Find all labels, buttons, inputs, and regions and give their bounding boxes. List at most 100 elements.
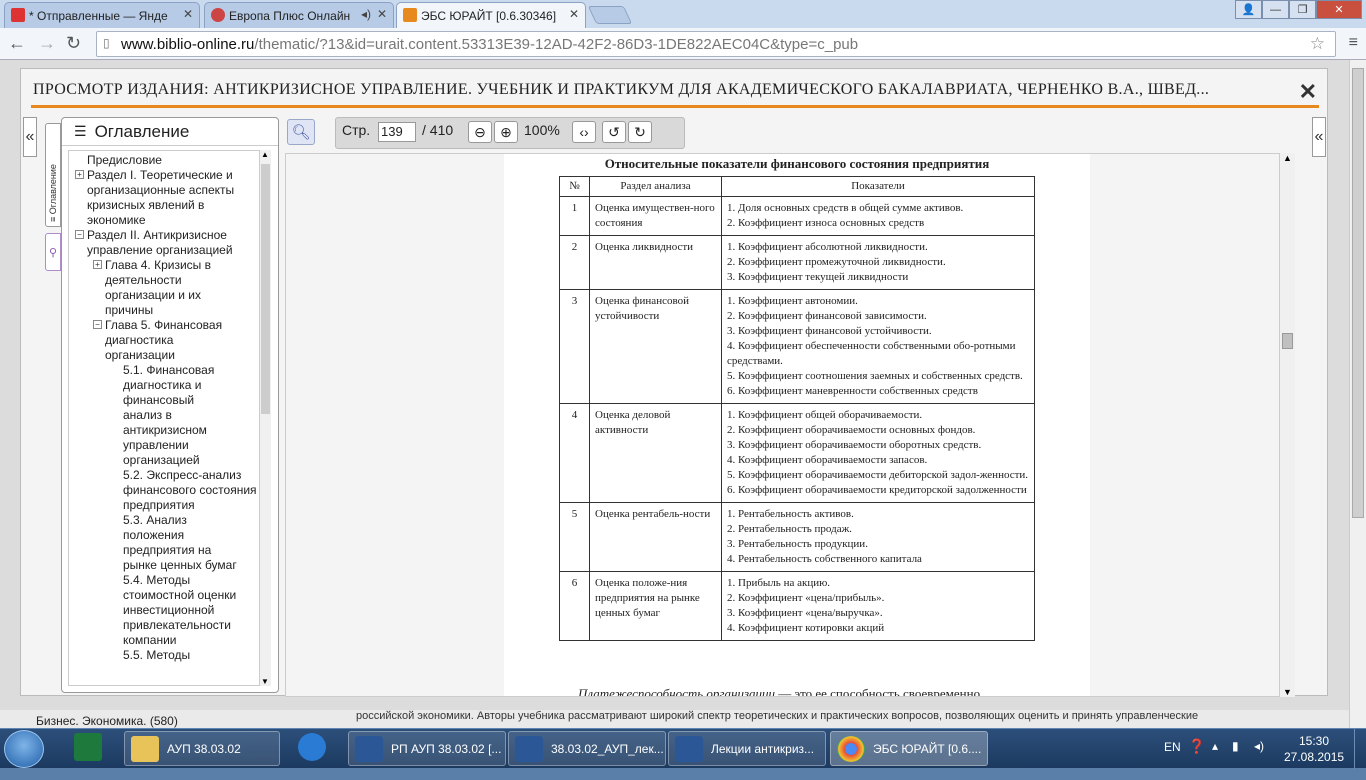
scroll-up-icon[interactable]: ▲: [1283, 153, 1292, 163]
table-row: 6 Оценка положе-ния предприятия на рынке …: [559, 571, 1035, 641]
col-header-section: Раздел анализа: [589, 176, 722, 197]
scroll-down-icon[interactable]: ▼: [1283, 687, 1292, 697]
book-description: российской экономики. Авторы учебника ра…: [356, 710, 1199, 722]
scroll-thumb[interactable]: [1352, 68, 1364, 518]
document-viewport[interactable]: Относительные показатели финансового сос…: [285, 153, 1295, 697]
toc-vertical-tab[interactable]: ≡ Оглавление: [45, 123, 61, 227]
taskbar-word-1[interactable]: РП АУП 38.03.02 [...: [348, 731, 506, 766]
fit-width-icon[interactable]: ‹›: [572, 121, 596, 143]
toc-item-5-4[interactable]: 5.4. Методы стоимостной оценки инвестици…: [123, 573, 253, 648]
table-header-row: № Раздел анализа Показатели: [559, 176, 1035, 197]
zoom-out-icon[interactable]: ⊖: [468, 121, 492, 143]
table-title: Относительные показатели финансового сос…: [604, 156, 990, 171]
word-icon: [675, 736, 703, 762]
expand-icon[interactable]: +: [75, 170, 84, 179]
close-window-button[interactable]: ✕: [1316, 0, 1362, 19]
row-number: 4: [559, 403, 590, 503]
row-indicators: 1. Доля основных средств в общей сумме а…: [721, 196, 1035, 236]
page-number-input[interactable]: 139: [378, 122, 416, 142]
toc-label: Раздел I. Теоретические и организационны…: [87, 168, 235, 227]
toc-label: Раздел II. Антикризисное управление орга…: [87, 228, 233, 257]
volume-icon[interactable]: ◂): [1254, 739, 1264, 779]
toc-scroll-thumb[interactable]: [261, 164, 270, 414]
expand-icon[interactable]: +: [93, 260, 102, 269]
excel-icon[interactable]: [74, 733, 102, 761]
collapse-right-button[interactable]: «: [1312, 117, 1326, 157]
tab-europa-plus[interactable]: Европа Плюс Онлайн ◂) ✕: [204, 2, 394, 28]
category-link[interactable]: Бизнес. Экономика. (580): [36, 714, 178, 728]
task-label: АУП 38.03.02: [167, 741, 241, 756]
tab-urait[interactable]: ЭБС ЮРАЙТ [0.6.30346] ✕: [396, 2, 586, 28]
rotate-left-icon[interactable]: ↺: [602, 121, 626, 143]
network-icon[interactable]: ▮: [1232, 739, 1239, 779]
search-vertical-tab[interactable]: ⚲: [45, 233, 61, 271]
toc-item-5-5[interactable]: 5.5. Методы: [123, 648, 253, 663]
toc-header: ☰ Оглавление: [62, 118, 278, 146]
scroll-up-icon[interactable]: ▲: [261, 150, 269, 159]
url-input[interactable]: ▯ www.biblio-online.ru/thematic/?13&id=u…: [96, 31, 1336, 57]
toc-item-chapter-5[interactable]: − Глава 5. Финансовая диагностика организ…: [93, 318, 245, 363]
viewer-scroll-thumb[interactable]: [1282, 333, 1293, 349]
windows-taskbar: АУП 38.03.02 РП АУП 38.03.02 [... 38.03.…: [0, 728, 1366, 769]
collapse-icon[interactable]: −: [93, 320, 102, 329]
language-indicator[interactable]: EN: [1164, 740, 1181, 780]
speaker-icon: ◂): [360, 7, 371, 21]
toc-item-5-2[interactable]: 5.2. Экспресс-анализ финансового состоян…: [123, 468, 259, 513]
forward-arrow-icon[interactable]: →: [38, 33, 56, 54]
taskbar-word-3[interactable]: Лекции антикриз...: [668, 731, 826, 766]
modal-title: ПРОСМОТР ИЗДАНИЯ: АНТИКРИЗИСНОЕ УПРАВЛЕН…: [33, 81, 1210, 98]
toc-scrollbar[interactable]: ▲ ▼: [259, 150, 271, 686]
toc-label: Глава 4. Кризисы в деятельности организа…: [105, 258, 211, 317]
row-number: 1: [559, 196, 590, 236]
task-label: ЭБС ЮРАЙТ [0.6....: [873, 741, 982, 756]
system-clock[interactable]: 15:30 27.08.2015: [1284, 733, 1344, 765]
toc-item-section-1[interactable]: + Раздел I. Теоретические и организационн…: [75, 168, 247, 228]
page-total: / 410: [422, 122, 454, 138]
bookmark-star-icon[interactable]: ☆: [1310, 34, 1325, 54]
new-tab-button[interactable]: [587, 6, 633, 24]
collapse-icon[interactable]: −: [75, 230, 84, 239]
start-button[interactable]: [4, 730, 44, 768]
viewer-toolbar: Стр. 139 / 410 ⊖ ⊕ 100% ‹› ↺ ↻: [335, 117, 685, 149]
collapse-left-button[interactable]: «: [23, 117, 37, 157]
viewer-scrollbar[interactable]: ▲ ▼: [1279, 153, 1295, 697]
taskbar-folder[interactable]: АУП 38.03.02: [124, 731, 280, 766]
tab-close-icon[interactable]: ✕: [569, 7, 579, 21]
back-arrow-icon[interactable]: ←: [8, 33, 26, 54]
tab-yandex-mail[interactable]: * Отправленные — Янде ✕: [4, 2, 200, 28]
search-icon: ⚲: [48, 246, 58, 259]
toc-item-5-1[interactable]: 5.1. Финансовая диагностика и финансовый…: [123, 363, 233, 468]
internet-explorer-icon[interactable]: [298, 733, 326, 761]
row-section: Оценка положе-ния предприятия на рынке ц…: [589, 571, 722, 641]
toc-item-section-2[interactable]: − Раздел II. Антикризисное управление орг…: [75, 228, 257, 258]
page-scrollbar[interactable]: [1349, 60, 1366, 728]
user-icon[interactable]: 👤: [1235, 0, 1262, 19]
close-modal-icon[interactable]: ✕: [1299, 79, 1317, 105]
zoom-in-icon[interactable]: ⊕: [494, 121, 518, 143]
taskbar-chrome[interactable]: ЭБС ЮРАЙТ [0.6....: [830, 731, 988, 766]
tab-close-icon[interactable]: ✕: [183, 7, 193, 21]
reload-icon[interactable]: ↻: [66, 33, 81, 54]
row-indicators: 1. Коэффициент автономии. 2. Коэффициент…: [721, 289, 1035, 404]
address-bar: ← → ↻ ▯ www.biblio-online.ru/thematic/?1…: [0, 28, 1366, 60]
rotate-right-icon[interactable]: ↻: [628, 121, 652, 143]
task-label: Лекции антикриз...: [711, 741, 815, 756]
help-icon[interactable]: ❓: [1188, 738, 1205, 778]
search-button[interactable]: 🔍︎: [287, 119, 315, 145]
tab-close-icon[interactable]: ✕: [377, 7, 387, 21]
minimize-button[interactable]: —: [1262, 0, 1289, 19]
scroll-down-icon[interactable]: ▼: [261, 677, 269, 686]
toc-item-chapter-4[interactable]: + Глава 4. Кризисы в деятельности организ…: [93, 258, 235, 318]
clock-time: 15:30: [1298, 734, 1330, 748]
row-section: Оценка имуществен-ного состояния: [589, 196, 722, 236]
toc-item-5-3[interactable]: 5.3. Анализ положения предприятия на рын…: [123, 513, 241, 573]
taskbar-word-2[interactable]: 38.03.02_АУП_лек...: [508, 731, 666, 766]
show-desktop-button[interactable]: [1354, 729, 1366, 769]
maximize-button[interactable]: ❐: [1289, 0, 1316, 19]
toc-list: Предисловие + Раздел I. Теоретические и о…: [68, 150, 268, 686]
zoom-level: 100%: [524, 122, 560, 138]
row-number: 5: [559, 502, 590, 572]
toc-item-preface[interactable]: Предисловие: [87, 153, 267, 168]
tray-arrow-icon[interactable]: ▴: [1212, 739, 1218, 779]
menu-icon[interactable]: ≡: [1349, 34, 1358, 52]
